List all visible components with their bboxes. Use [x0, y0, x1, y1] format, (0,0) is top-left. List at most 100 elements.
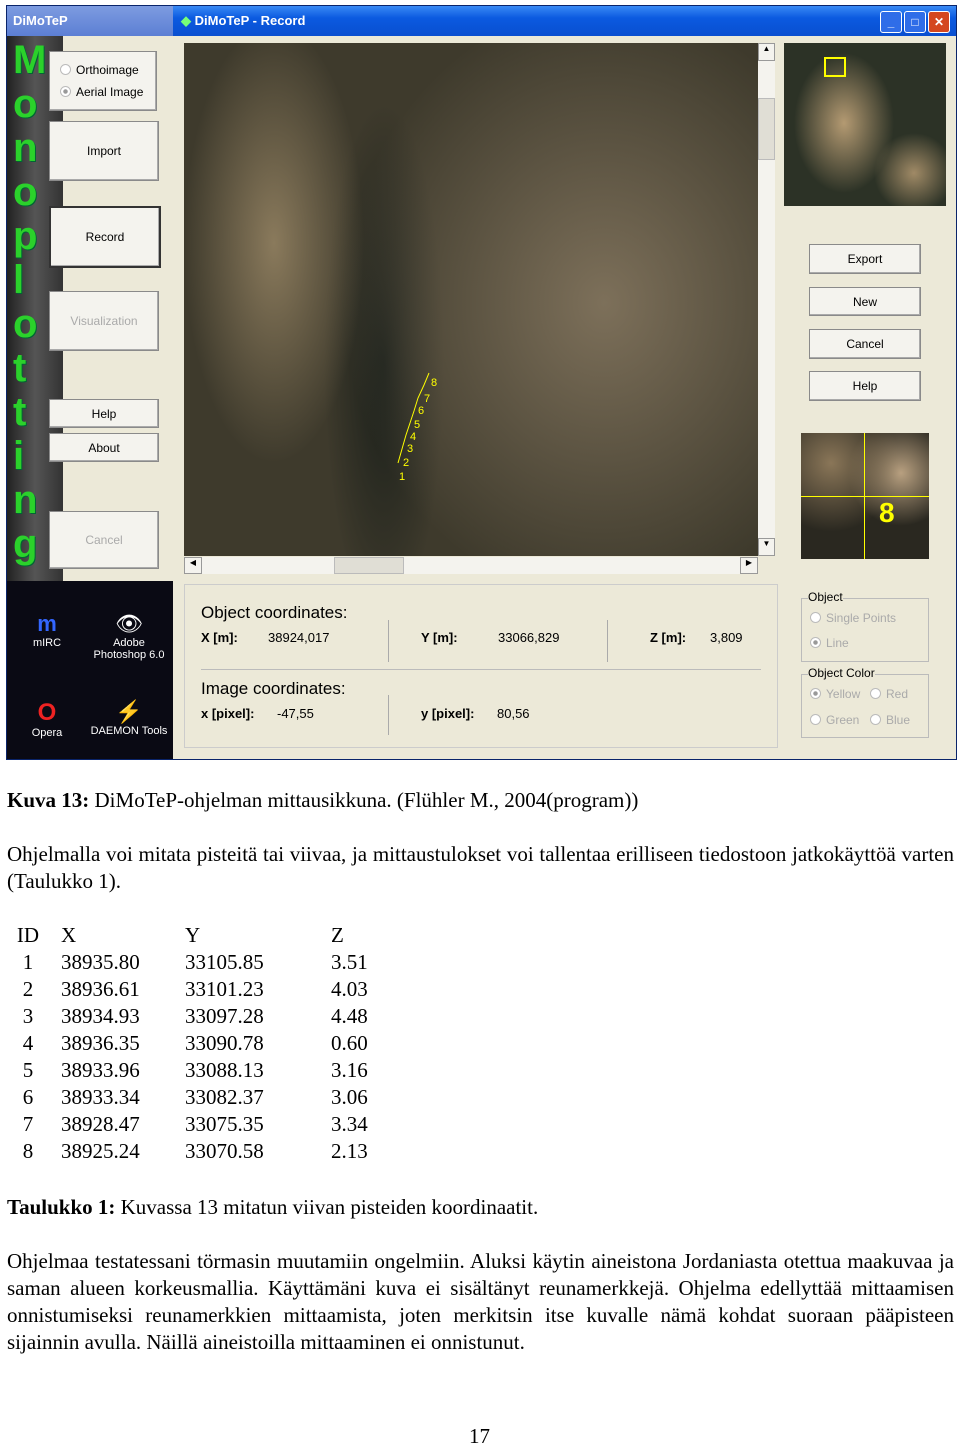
table-cell: 33088.13	[185, 1058, 264, 1082]
logo-letter: g	[13, 522, 38, 566]
overview-viewport-marker[interactable]	[824, 57, 846, 77]
object-color-group-title: Object Color	[808, 666, 875, 680]
logo-letter: i	[13, 434, 25, 478]
window-title: DiMoTeP - Record	[194, 13, 306, 28]
radio-aerial-image[interactable]: Aerial Image	[60, 85, 143, 99]
aerial-image-view[interactable]: 12345678	[184, 43, 758, 556]
help-right-button[interactable]: Help	[809, 371, 921, 401]
scroll-down-arrow[interactable]: ▼	[758, 538, 775, 556]
x-label: X [m]:	[201, 630, 238, 645]
table-cell: 38936.35	[61, 1031, 140, 1055]
table-cell: 4	[22, 1031, 34, 1055]
image-coordinates-title: Image coordinates:	[201, 679, 346, 698]
vertical-scrollbar[interactable]: ▲ ▼	[758, 43, 775, 556]
table-cell: 6	[22, 1085, 34, 1109]
maximize-button[interactable]: □	[904, 11, 926, 33]
desktop-icon-opera[interactable]: O Opera	[25, 699, 69, 739]
table-cell: 0.60	[331, 1031, 368, 1055]
point-label: 1	[399, 471, 406, 483]
table-row: 6 38933.34 33082.37 3.06	[7, 1084, 403, 1111]
radio-yellow[interactable]: Yellow	[810, 687, 860, 701]
export-button[interactable]: Export	[809, 244, 921, 274]
table-cell: 33097.28	[185, 1004, 264, 1028]
application-screenshot: DiMoTeP ◆ DiMoTeP - Record _ □ ✕ Monoplo…	[6, 5, 957, 760]
back-window-title: DiMoTeP	[13, 13, 68, 28]
scroll-left-arrow[interactable]: ◀	[184, 557, 202, 574]
crosshair-vertical	[864, 433, 865, 559]
table-cell: 3.51	[331, 950, 368, 974]
table-row: 4 38936.35 33090.78 0.60	[7, 1030, 403, 1057]
table-row: 1 38935.80 33105.85 3.51	[7, 949, 403, 976]
cancel-right-button[interactable]: Cancel	[809, 329, 921, 359]
record-button[interactable]: Record	[49, 206, 161, 268]
vertical-scroll-thumb[interactable]	[758, 98, 775, 160]
table-header-row: ID X Y Z	[7, 922, 403, 949]
py-value: 80,56	[497, 706, 530, 721]
table-cell: 2.13	[331, 1139, 368, 1163]
table-cell: 5	[22, 1058, 34, 1082]
table-cell: 38925.24	[61, 1139, 140, 1163]
logo-letter: o	[13, 170, 38, 214]
page-number: 17	[469, 1424, 490, 1448]
desktop-icon-photoshop[interactable]: 👁 Adobe Photoshop 6.0	[89, 611, 169, 661]
table-cell: 33090.78	[185, 1031, 264, 1055]
table-header-cell: ID	[16, 923, 40, 947]
desktop-icon-daemon-tools[interactable]: ⚡ DAEMON Tools	[89, 699, 169, 737]
mirc-icon: m	[37, 611, 57, 636]
table-header-cell: Y	[185, 923, 201, 947]
table-cell: 4.48	[331, 1004, 368, 1028]
photoshop-eye-icon: 👁	[115, 611, 143, 636]
close-button[interactable]: ✕	[928, 11, 950, 33]
table-cell: 7	[22, 1112, 34, 1136]
desktop-icon-mirc[interactable]: m mIRC	[25, 611, 69, 649]
back-window-titlebar: DiMoTeP	[7, 6, 173, 36]
radio-green[interactable]: Green	[810, 713, 859, 727]
y-label: Y [m]:	[421, 630, 458, 645]
horizontal-scrollbar[interactable]: ◀ ▶	[184, 557, 758, 574]
left-panel: Monoplotting Orthoimage Aerial Image Imp…	[7, 36, 173, 581]
about-button[interactable]: About	[49, 433, 159, 462]
paragraph-2: Ohjelmaa testatessani törmasin muutamiin…	[7, 1249, 954, 1354]
figure-caption: Kuva 13: DiMoTeP-ohjelman mittausikkuna.…	[7, 788, 639, 812]
point-label: 2	[403, 457, 410, 469]
import-button[interactable]: Import	[49, 121, 159, 181]
radio-single-points[interactable]: Single Points	[810, 611, 896, 625]
help-button[interactable]: Help	[49, 399, 159, 428]
opera-icon: O	[37, 699, 57, 726]
point-label: 3	[407, 443, 414, 455]
cancel-button[interactable]: Cancel	[49, 511, 159, 569]
visualization-button[interactable]: Visualization	[49, 291, 159, 351]
point-label: 5	[414, 419, 421, 431]
scroll-right-arrow[interactable]: ▶	[740, 557, 758, 574]
py-label: y [pixel]:	[421, 706, 475, 721]
zoom-preview: 8	[801, 433, 929, 559]
table-cell: 38934.93	[61, 1004, 140, 1028]
radio-blue[interactable]: Blue	[870, 713, 910, 727]
scroll-up-arrow[interactable]: ▲	[758, 43, 775, 61]
horizontal-scroll-thumb[interactable]	[334, 557, 404, 574]
table-header-cell: Z	[331, 923, 344, 947]
object-group: Object Single Points Line	[801, 590, 929, 662]
radio-orthoimage[interactable]: Orthoimage	[60, 63, 139, 77]
desktop-area: m mIRC 👁 Adobe Photoshop 6.0 O Opera ⚡ DAEMO…	[7, 581, 173, 759]
table-cell: 3.34	[331, 1112, 368, 1136]
logo-letter: p	[13, 214, 38, 258]
table-header-cell: X	[61, 923, 77, 947]
new-button[interactable]: New	[809, 287, 921, 316]
daemon-tools-icon: ⚡	[115, 699, 143, 724]
logo-letter: M	[13, 38, 47, 82]
table-cell: 33075.35	[185, 1112, 264, 1136]
table-row: 3 38934.93 33097.28 4.48	[7, 1003, 403, 1030]
logo-letter: t	[13, 390, 27, 434]
radio-red[interactable]: Red	[870, 687, 908, 701]
overview-thumbnail[interactable]	[784, 43, 946, 206]
radio-line[interactable]: Line	[810, 636, 849, 650]
crosshair-horizontal	[801, 496, 929, 497]
x-value: 38924,017	[268, 630, 330, 645]
minimize-button[interactable]: _	[880, 11, 902, 33]
point-label: 8	[431, 377, 438, 389]
table-cell: 8	[22, 1139, 34, 1163]
table-cell: 33105.85	[185, 950, 264, 974]
table-cell: 38935.80	[61, 950, 140, 974]
z-label: Z [m]:	[650, 630, 687, 645]
